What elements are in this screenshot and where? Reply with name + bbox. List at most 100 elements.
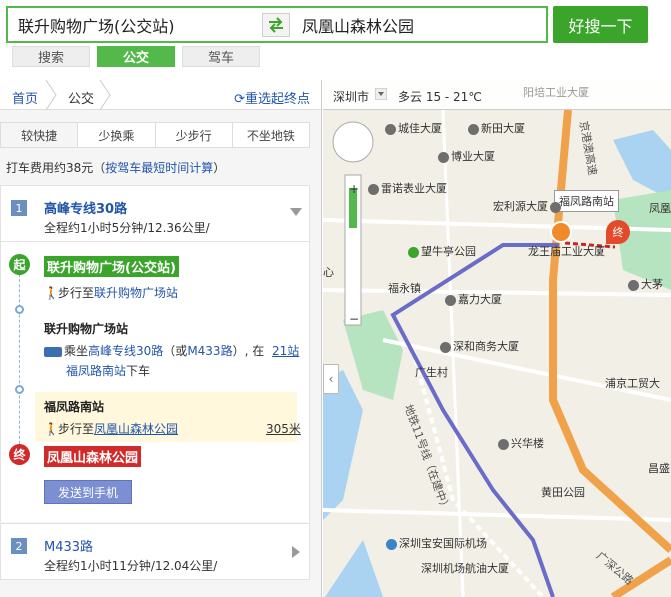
- walk-target-link[interactable]: 联升购物广场站: [94, 286, 178, 300]
- timeline-node: [15, 305, 24, 314]
- zoom-out-icon[interactable]: −: [349, 312, 359, 326]
- tab-less-walking[interactable]: 少步行: [155, 123, 233, 147]
- route-number: 2: [11, 538, 27, 554]
- map-label: 龙王庙工业大厦: [528, 245, 605, 258]
- road: [323, 508, 671, 522]
- taxi-fare-close: ）: [213, 161, 226, 175]
- strategy-tabs: 较快捷 少换乘 少步行 不坐地铁: [0, 122, 310, 148]
- route-search-box: [6, 6, 548, 43]
- poi-icon: [368, 183, 379, 195]
- start-name: 联升购物广场(公交站): [44, 256, 179, 277]
- alight-station: 福凤路南站: [44, 400, 105, 414]
- timeline-node: [15, 385, 24, 394]
- breadcrumb-home[interactable]: 首页: [12, 88, 38, 107]
- route-summary: 全程约1小时5分钟/12.36公里/: [44, 221, 210, 235]
- map-label: 深圳机场航油大厦: [421, 562, 509, 575]
- water-area: [325, 540, 383, 597]
- walk-step-2: 🚶步行至凤凰山森林公园: [44, 420, 178, 437]
- zoom-in-icon[interactable]: +: [349, 182, 359, 196]
- taxi-calc-link[interactable]: 按驾车最短时间计算: [105, 161, 213, 175]
- route-name[interactable]: 高峰专线30路: [44, 198, 127, 217]
- route-name[interactable]: M433路: [44, 536, 93, 555]
- map-label: 城佳大厦: [385, 120, 442, 136]
- send-to-phone-button[interactable]: 发送到手机: [44, 480, 132, 504]
- chevron-right-icon[interactable]: [292, 546, 300, 558]
- bus-icon: [44, 346, 62, 357]
- poi-icon: [438, 151, 449, 163]
- tab-bus[interactable]: 公交: [97, 46, 175, 67]
- end-point-input[interactable]: [302, 13, 542, 37]
- walk-step-1: 🚶步行至联升购物广场站: [44, 284, 178, 301]
- map-toolbar: 深圳市 多云 15 - 21℃: [323, 80, 671, 110]
- route-summary: 全程约1小时11分钟/12.04公里/: [44, 559, 218, 573]
- map-label: 新田大厦: [468, 120, 525, 136]
- route-panel: 首页 公交 ⟳重选起终点 较快捷 少换乘 少步行 不坐地铁 打车费用约38元（按…: [0, 80, 322, 597]
- poi-icon: [445, 294, 456, 306]
- map-label: 凤凰: [649, 202, 671, 215]
- pan-control[interactable]: [332, 121, 374, 163]
- map-label: 大茅: [628, 276, 663, 292]
- search-button[interactable]: 好搜一下: [553, 6, 648, 43]
- map-label: 浦京工贸大: [605, 377, 660, 390]
- route-number: 1: [11, 200, 27, 216]
- alt-bus-line-link[interactable]: M433路: [187, 344, 232, 358]
- swap-icon: [269, 17, 283, 33]
- map-label: 深圳宝安国际机场: [386, 535, 487, 551]
- stops-count-link[interactable]: 21站: [272, 342, 299, 359]
- chevron-down-icon[interactable]: [375, 88, 387, 100]
- alight-station-link[interactable]: 福凤路南站: [66, 364, 126, 378]
- station-callout: 福凤路南站: [554, 190, 619, 212]
- board-station: 联升购物广场站: [44, 322, 129, 336]
- poi-icon: [628, 279, 639, 291]
- map-label: 昌盛: [648, 462, 670, 475]
- tab-fewer-transfers[interactable]: 少换乘: [78, 123, 156, 147]
- walk-icon: 🚶: [44, 422, 59, 436]
- tab-search[interactable]: 搜索: [12, 46, 90, 67]
- breadcrumb-chevron-icon: [45, 80, 57, 110]
- chevron-left-icon: ‹: [328, 372, 334, 386]
- poi-icon: [385, 123, 396, 135]
- reselect-points-link[interactable]: ⟳重选起终点: [234, 88, 310, 107]
- water-area: [613, 130, 671, 200]
- taxi-fare-text: 打车费用约38元（: [6, 161, 106, 175]
- bus-line-link[interactable]: 高峰专线30路: [88, 344, 163, 358]
- end-pin-icon: 终: [9, 444, 30, 465]
- tab-drive[interactable]: 驾车: [182, 46, 260, 67]
- tab-no-subway[interactable]: 不坐地铁: [232, 123, 309, 147]
- poi-icon: [550, 201, 561, 213]
- route-timeline: [19, 264, 20, 454]
- end-marker-icon[interactable]: 终: [606, 220, 630, 244]
- collapse-panel-button[interactable]: ‹: [323, 364, 339, 394]
- route-option-2[interactable]: 2 M433路 全程约1小时11分钟/12.04公里/: [0, 523, 310, 580]
- city-selector[interactable]: 深圳市: [333, 88, 369, 105]
- map-label: 兴华楼: [498, 435, 544, 451]
- tab-fastest[interactable]: 较快捷: [1, 123, 79, 147]
- weather-text: 多云 15 - 21℃: [398, 90, 482, 104]
- map-label: 心: [323, 266, 334, 279]
- park-icon: [408, 246, 419, 258]
- map-label: 嘉力大厦: [445, 291, 502, 307]
- start-point-input[interactable]: [18, 13, 258, 37]
- ride-alt-open: （或: [163, 344, 188, 358]
- reselect-label: 重选起终点: [244, 92, 310, 107]
- breadcrumb-current: 公交: [68, 92, 95, 107]
- bus-ride-step: 乘坐高峰专线30路（或M433路）, 在: [44, 342, 300, 359]
- alight-suffix: 下车: [126, 364, 151, 378]
- top-bar: 好搜一下 搜索 公交 驾车: [0, 0, 671, 70]
- ride-alt-close: ）, 在: [232, 344, 265, 358]
- map-label: 望牛亭公园: [408, 243, 476, 259]
- breadcrumb: 首页 公交 ⟳重选起终点: [0, 80, 321, 110]
- route-option-1[interactable]: 1 高峰专线30路 全程约1小时5分钟/12.36公里/: [0, 185, 310, 242]
- chevron-down-icon[interactable]: [290, 208, 302, 216]
- bus-station-marker-icon[interactable]: [550, 221, 572, 243]
- walk-target-link[interactable]: 凤凰山森林公园: [94, 422, 178, 436]
- refresh-icon: ⟳: [234, 92, 245, 107]
- swap-button[interactable]: [262, 13, 290, 37]
- map-label: 博业大厦: [438, 148, 495, 164]
- route-detail: 起 联升购物广场(公交站) 🚶步行至联升购物广场站 联升购物广场站 乘坐高峰专线…: [0, 242, 310, 522]
- map-label: 阳培工业大厦: [523, 86, 589, 99]
- map-view[interactable]: 深圳市 多云 15 - 21℃ + − 福凤路南站 终 城佳大厦 新田大厦 博业…: [323, 80, 671, 597]
- ride-prefix: 乘坐: [64, 344, 89, 358]
- map-label: 福永镇: [388, 282, 421, 295]
- alight-step: 福凤路南站下车: [66, 362, 150, 379]
